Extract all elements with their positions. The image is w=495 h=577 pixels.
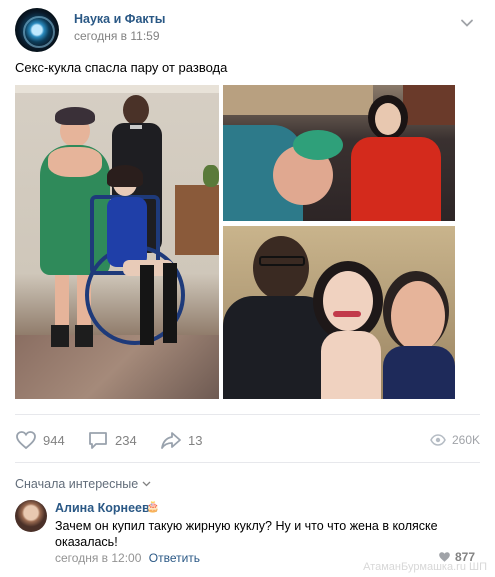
share-button[interactable]: 13 bbox=[160, 426, 202, 454]
comments-sort-dropdown[interactable]: Сначала интересные bbox=[15, 477, 151, 491]
post-photo-3[interactable] bbox=[223, 226, 455, 399]
post-actions-bar: 944 234 13 260K bbox=[15, 426, 480, 454]
eye-icon bbox=[430, 434, 446, 446]
post-photo-1[interactable] bbox=[15, 85, 219, 399]
chevron-down-icon bbox=[142, 481, 151, 487]
like-count: 944 bbox=[43, 432, 65, 448]
views-counter: 260K bbox=[430, 426, 480, 454]
like-button[interactable]: 944 bbox=[15, 426, 65, 454]
share-icon bbox=[161, 432, 181, 449]
group-name-link[interactable]: Наука и Факты bbox=[74, 12, 165, 26]
post-photo-2[interactable] bbox=[223, 85, 455, 221]
post-header: Наука и Факты сегодня в 11:59 bbox=[15, 8, 480, 52]
comment-button[interactable]: 234 bbox=[87, 426, 137, 454]
comment-text: Зачем он купил такую жирную куклу? Ну и … bbox=[55, 519, 438, 549]
comment-count: 234 bbox=[115, 432, 137, 448]
group-avatar[interactable] bbox=[15, 8, 59, 52]
watermark: АтаманБурмашка.ru ШП bbox=[363, 561, 487, 573]
heart-icon bbox=[16, 431, 36, 450]
sort-label: Сначала интересные bbox=[15, 477, 139, 491]
post-text: Секс-кукла спасла пару от развода bbox=[15, 60, 228, 75]
post-timestamp[interactable]: сегодня в 11:59 bbox=[74, 29, 160, 43]
actions-divider-top bbox=[15, 414, 480, 415]
views-count: 260K bbox=[451, 433, 480, 447]
comment-icon bbox=[89, 432, 107, 449]
birthday-cake-icon: 🎂 bbox=[146, 501, 160, 513]
commenter-name[interactable]: Алина Корнеева bbox=[55, 501, 156, 515]
share-count: 13 bbox=[188, 432, 203, 448]
comment-meta: сегодня в 12:00 Ответить bbox=[55, 551, 200, 565]
comment-time[interactable]: сегодня в 12:00 bbox=[55, 551, 141, 565]
actions-divider-bottom bbox=[15, 462, 480, 463]
commenter-avatar[interactable] bbox=[15, 500, 47, 532]
reply-link[interactable]: Ответить bbox=[149, 551, 200, 565]
chevron-down-icon[interactable] bbox=[460, 16, 474, 30]
